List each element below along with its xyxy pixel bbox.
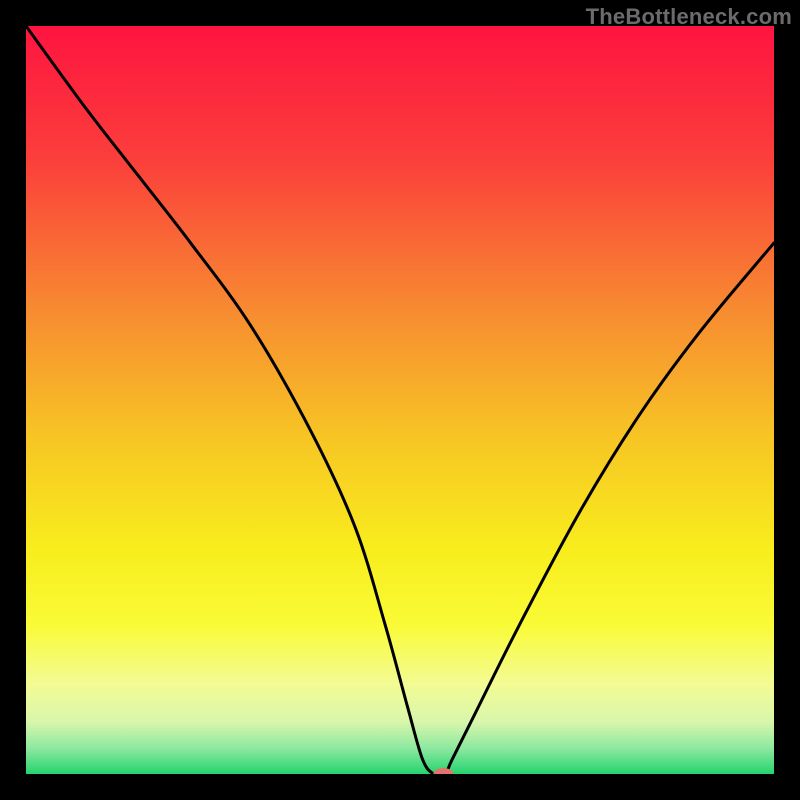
bottleneck-chart [26,26,774,774]
gradient-background [26,26,774,774]
chart-frame: TheBottleneck.com [0,0,800,800]
plot-area [26,26,774,774]
watermark-text: TheBottleneck.com [586,4,792,30]
